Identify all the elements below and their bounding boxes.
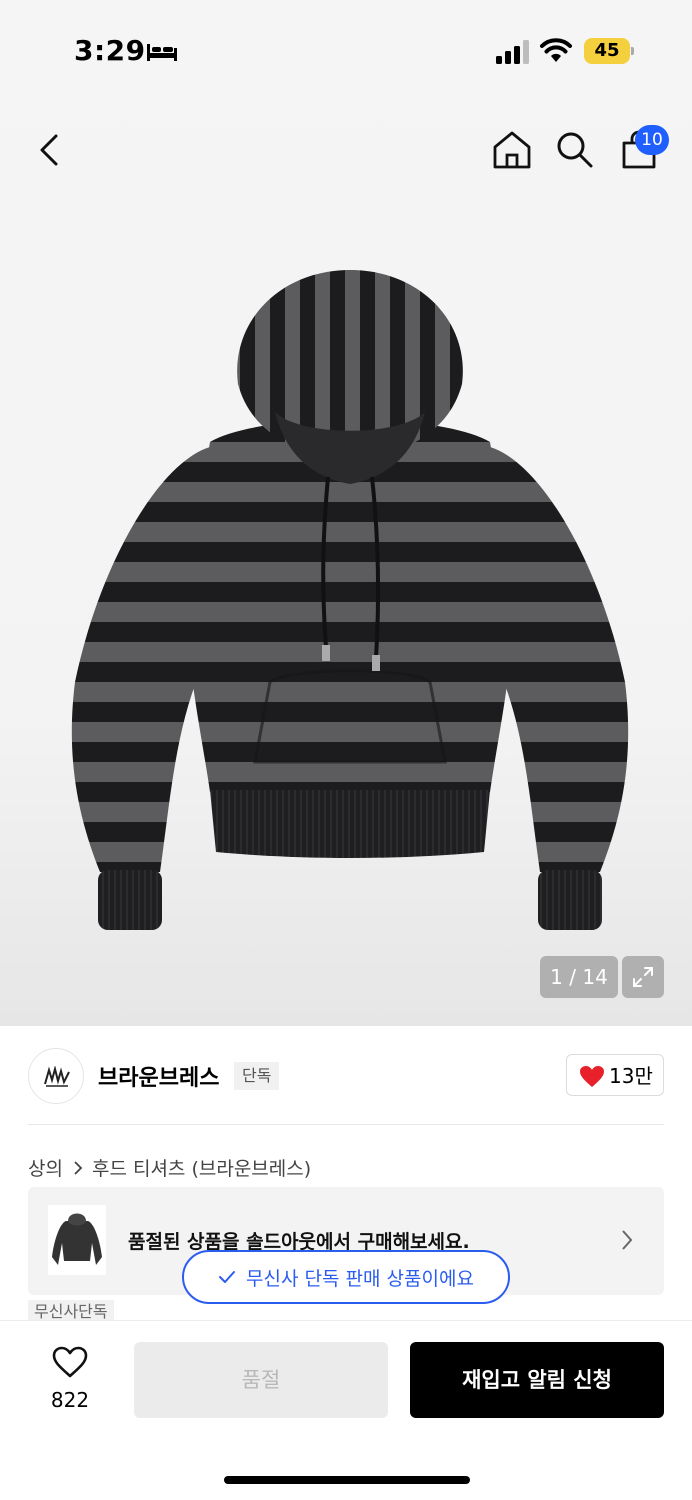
brand-name[interactable]: 브라운브레스 — [98, 1060, 219, 1092]
wifi-icon — [540, 38, 572, 62]
breadcrumb-category[interactable]: 상의 — [28, 1154, 63, 1181]
brand-logo[interactable] — [28, 1048, 84, 1104]
exclusive-badge: 단독 — [234, 1062, 280, 1090]
divider — [28, 1124, 664, 1125]
back-icon[interactable] — [32, 130, 68, 170]
battery-level: 45 — [594, 40, 620, 61]
status-bar: 3:29 45 — [0, 0, 692, 100]
brand-like-count: 13만 — [609, 1064, 653, 1088]
breadcrumb: 상의 후드 티셔츠 (브라운브레스) — [28, 1154, 311, 1181]
check-icon — [219, 1271, 236, 1283]
product-image[interactable] — [60, 262, 640, 952]
brand-logo-mark — [44, 1066, 70, 1087]
exclusive-toast[interactable]: 무신사 단독 판매 상품이에요 — [182, 1250, 510, 1304]
signal-icon — [496, 40, 529, 64]
chevron-right-icon — [622, 1230, 633, 1250]
musinsa-exclusive-tag: 무신사단독 — [28, 1300, 114, 1322]
heart-filled-icon — [580, 1066, 604, 1087]
breadcrumb-subcategory[interactable]: 후드 티셔츠 (브라운브레스) — [92, 1154, 311, 1181]
status-time: 3:29 — [74, 34, 146, 67]
heart-outline-icon[interactable] — [52, 1346, 88, 1378]
home-icon[interactable] — [492, 130, 532, 170]
bed-icon — [147, 44, 177, 61]
battery-icon: 45 — [584, 38, 634, 64]
expand-icon — [633, 967, 653, 987]
wish-count: 822 — [50, 1388, 90, 1412]
banner-thumbnail — [48, 1205, 106, 1275]
soldout-button: 품절 — [134, 1342, 388, 1418]
search-icon[interactable] — [556, 131, 594, 169]
home-indicator[interactable] — [224, 1476, 470, 1484]
cart-badge[interactable]: 10 — [635, 125, 669, 155]
image-counter: 1 / 14 — [540, 956, 618, 998]
brand-like-button[interactable]: 13만 — [566, 1054, 664, 1096]
chevron-right-icon — [74, 1160, 83, 1175]
expand-button[interactable] — [622, 956, 664, 998]
exclusive-toast-text: 무신사 단독 판매 상품이에요 — [246, 1267, 474, 1290]
restock-alert-button[interactable]: 재입고 알림 신청 — [410, 1342, 664, 1418]
